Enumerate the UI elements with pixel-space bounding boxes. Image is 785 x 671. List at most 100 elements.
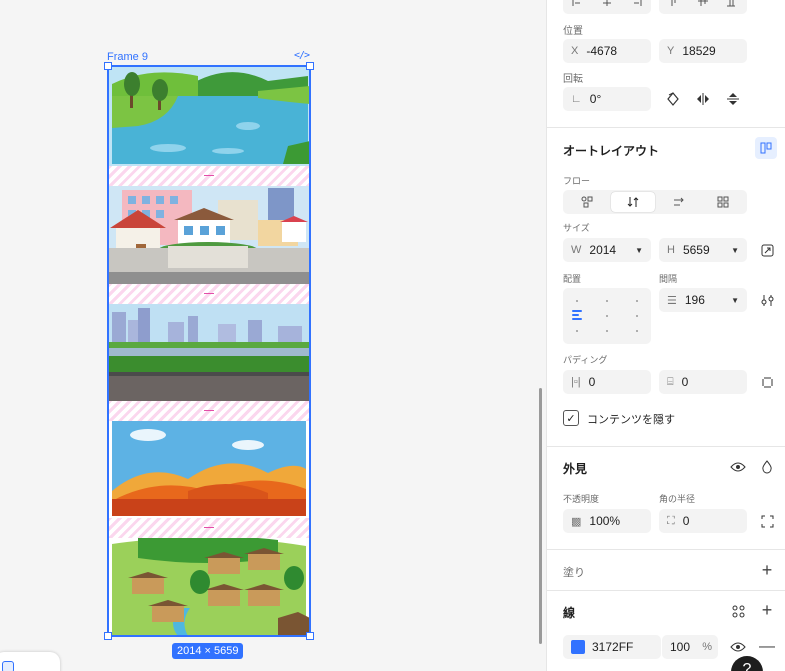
stroke-color-field[interactable]: 3172FF: [563, 635, 661, 659]
gap-area: [108, 284, 310, 304]
flip-vertical-icon[interactable]: [722, 88, 744, 110]
illustration-lake: [108, 66, 310, 166]
section-divider: [546, 127, 785, 128]
auto-layout-title: オートレイアウト: [563, 144, 660, 158]
align-horizontal-group[interactable]: [563, 0, 651, 14]
position-label: 位置: [563, 26, 583, 37]
clip-content-label[interactable]: コンテンツを隠す: [587, 411, 675, 427]
position-x-field[interactable]: X -4678: [563, 39, 651, 63]
padding-vertical-field[interactable]: ⌸ 0: [659, 370, 747, 394]
alignment-grid[interactable]: [563, 288, 651, 344]
stroke-styles-icon[interactable]: [727, 600, 749, 622]
section-divider: [546, 549, 785, 550]
padding-vertical-value: 0: [681, 375, 689, 389]
fill-title: 塗り: [563, 567, 585, 579]
constrain-proportions-icon[interactable]: [756, 239, 778, 261]
opacity-label: 不透明度: [563, 494, 600, 504]
gap-area: [108, 518, 310, 538]
size-label: サイズ: [563, 223, 590, 233]
move-tool-icon[interactable]: [2, 661, 14, 671]
padding-vertical-icon: ⌸: [667, 375, 674, 388]
h-prefix: H: [667, 244, 675, 256]
gap-label: 間隔: [659, 274, 678, 284]
height-field[interactable]: H 5659 ▼: [659, 238, 747, 262]
rotation-label: 回転: [563, 74, 583, 85]
padding-horizontal-value: 0: [588, 375, 596, 389]
resize-handle-bottom-left[interactable]: [104, 632, 112, 640]
w-prefix: W: [571, 244, 582, 256]
bottom-toolbar[interactable]: [0, 652, 60, 671]
gap-value: 196: [684, 293, 705, 307]
rotation-angle-icon: ∟: [571, 93, 582, 105]
frame-size-badge: 2014 × 5659: [172, 643, 244, 659]
opacity-value: 100%: [589, 514, 621, 528]
chevron-down-icon[interactable]: ▼: [731, 246, 739, 255]
position-y-field[interactable]: Y 18529: [659, 39, 747, 63]
flow-horizontal-icon[interactable]: [657, 192, 701, 212]
illustration-riverside: [108, 304, 310, 401]
independent-corners-icon[interactable]: [756, 510, 778, 532]
resize-handle-top-left[interactable]: [104, 62, 112, 70]
individual-padding-icon[interactable]: [756, 371, 778, 393]
canvas-scrollbar[interactable]: [539, 388, 542, 644]
alignment-active-icon: [572, 310, 582, 322]
resize-handle-bottom-right[interactable]: [306, 632, 314, 640]
rotation-field[interactable]: ∟ 0°: [563, 87, 651, 111]
gap-icon: ☰: [667, 294, 677, 307]
padding-label: パディング: [563, 355, 608, 365]
height-value: 5659: [682, 243, 710, 257]
add-fill-icon[interactable]: +: [756, 559, 778, 581]
corner-radius-icon: ⛶: [667, 514, 675, 527]
x-prefix: X: [571, 45, 579, 57]
remove-stroke-icon[interactable]: —: [756, 636, 778, 658]
stroke-opacity-unit: %: [702, 641, 712, 653]
y-prefix: Y: [667, 45, 675, 57]
corner-radius-field[interactable]: ⛶ 0: [659, 509, 747, 533]
frame-9[interactable]: [108, 66, 310, 636]
flow-vertical-icon[interactable]: [611, 192, 655, 212]
opacity-field[interactable]: ▩ 100%: [563, 509, 651, 533]
width-field[interactable]: W 2014 ▼: [563, 238, 651, 262]
dev-mode-code-icon[interactable]: </>: [294, 50, 310, 61]
flip-horizontal-icon[interactable]: [692, 88, 714, 110]
add-stroke-icon[interactable]: +: [756, 599, 778, 621]
x-value: -4678: [586, 44, 618, 58]
flow-label: フロー: [563, 176, 591, 186]
gap-field[interactable]: ☰ 196 ▼: [659, 288, 747, 312]
clip-content-checkbox[interactable]: ✓: [563, 410, 579, 426]
gap-area: [108, 166, 310, 186]
opacity-icon: ▩: [571, 515, 582, 528]
section-divider: [546, 446, 785, 447]
stroke-color-swatch[interactable]: [571, 640, 585, 654]
stroke-color-hex: 3172FF: [592, 640, 634, 654]
rotate-90-icon[interactable]: [662, 88, 684, 110]
chevron-down-icon[interactable]: ▼: [635, 246, 643, 255]
padding-horizontal-field[interactable]: |▫| 0: [563, 370, 651, 394]
align-vertical-group[interactable]: [659, 0, 747, 14]
padding-horizontal-icon: |▫|: [571, 376, 581, 388]
illustration-town: [108, 186, 310, 284]
blend-mode-drop-icon[interactable]: [756, 456, 778, 478]
eye-icon[interactable]: [727, 456, 749, 478]
corner-radius-value: 0: [682, 514, 690, 528]
flow-direction-toggle[interactable]: [563, 190, 747, 214]
flow-freeform-icon[interactable]: [565, 192, 609, 212]
stroke-title: 線: [563, 606, 576, 620]
stroke-opacity-value: 100: [670, 640, 691, 654]
advanced-layout-settings-icon[interactable]: [756, 289, 778, 311]
corner-radius-label: 角の半径: [659, 494, 696, 504]
stroke-visibility-eye-icon[interactable]: [727, 636, 749, 658]
auto-layout-settings-icon[interactable]: [755, 137, 777, 159]
chevron-down-icon[interactable]: ▼: [731, 296, 739, 305]
resize-handle-top-right[interactable]: [306, 62, 314, 70]
frame-name-label[interactable]: Frame 9: [107, 51, 148, 63]
flow-grid-icon[interactable]: [701, 192, 745, 212]
design-canvas[interactable]: Frame 9 </> 2014 × 5659: [0, 0, 546, 671]
alignment-label: 配置: [563, 274, 582, 284]
rotation-value: 0°: [589, 92, 602, 106]
width-value: 2014: [589, 243, 617, 257]
appearance-title: 外見: [563, 462, 588, 476]
section-divider: [546, 590, 785, 591]
illustration-village: [108, 538, 310, 636]
stroke-opacity-field[interactable]: 100 %: [662, 635, 718, 659]
